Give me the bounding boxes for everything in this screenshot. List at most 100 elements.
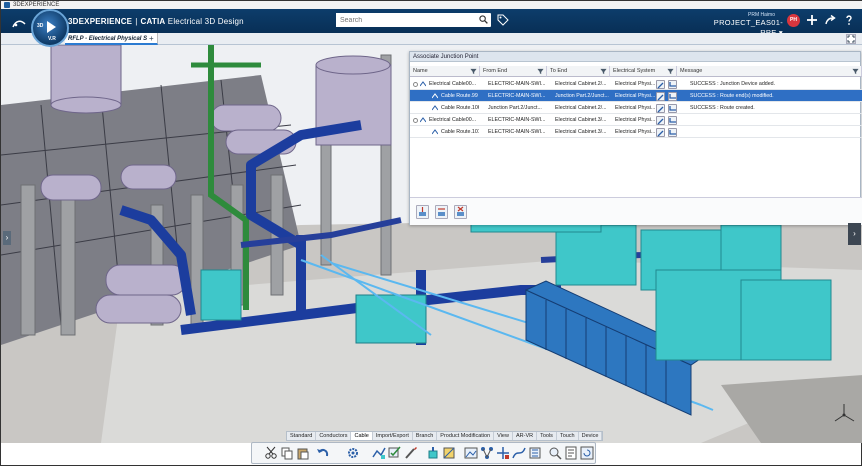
panel-title: Associate Junction Point (410, 52, 860, 62)
action-tab-branch[interactable]: Branch (413, 432, 438, 440)
cell-from-end: ELECTRIC-MAIN-SWI... (488, 117, 546, 123)
axis-triad-icon[interactable] (831, 401, 857, 427)
junction-add-button[interactable] (416, 205, 429, 219)
cell-message (688, 126, 858, 138)
cell-to-end: Electrical Cabinet.2/... (555, 105, 607, 111)
app-brand: 3DEXPERIENCE | CATIA Electrical 3D Design (68, 17, 244, 26)
cell-message (688, 114, 858, 126)
cable-route-icon[interactable] (372, 446, 386, 460)
cell-electrical-system: Electrical Physi... (615, 129, 656, 135)
bundle-icon[interactable] (528, 446, 542, 460)
segment-icon[interactable] (442, 446, 456, 460)
right-panel-toggle[interactable]: › (848, 223, 861, 245)
ds-logo (12, 19, 26, 31)
settings-gear-icon[interactable] (346, 446, 360, 460)
compass-icon[interactable]: 3D V.R (31, 9, 69, 47)
cable-check-icon[interactable] (388, 446, 402, 460)
copy-icon[interactable] (280, 446, 294, 460)
tab-bar: RFLP - Electrical Physical S + (1, 33, 862, 45)
cell-from-end: ELECTRIC-MAIN-SWI... (488, 93, 546, 99)
table-row[interactable]: Cable Route.101 ELECTRIC-MAIN-SWI... Elect… (410, 126, 862, 138)
edit-icon[interactable] (656, 80, 665, 89)
avatar[interactable]: PH (787, 14, 800, 27)
search-box[interactable] (336, 13, 491, 27)
edit-icon[interactable] (656, 104, 665, 113)
search-icon[interactable] (479, 15, 488, 24)
cell-from-end: ELECTRIC-MAIN-SWI... (488, 129, 546, 135)
network-icon[interactable] (480, 446, 494, 460)
table-row[interactable]: Electrical Cable00... ELECTRIC-MAIN-SWI..… (410, 114, 862, 126)
action-tab-ar-vr[interactable]: AR-VR (513, 432, 538, 440)
paste-icon[interactable] (296, 446, 310, 460)
harness-icon[interactable] (512, 446, 526, 460)
panel-footer (410, 197, 862, 225)
action-tab-touch[interactable]: Touch (557, 432, 579, 440)
cell-name: Electrical Cable00... (429, 81, 477, 87)
cell-to-end: Electrical Cabinet.3/... (555, 129, 607, 135)
col-from-end[interactable]: From End (480, 66, 547, 77)
cable-link-icon[interactable] (668, 116, 677, 125)
share-icon[interactable] (824, 14, 836, 26)
expand-icon[interactable] (413, 82, 418, 87)
cell-to-end: Junction Part.2/Junct... (555, 93, 609, 99)
tab-rflp[interactable]: RFLP - Electrical Physical S (65, 33, 159, 45)
table-row[interactable]: Cable Route.106 Junction Part.2/Junct... E… (410, 102, 862, 114)
tag-icon[interactable] (497, 14, 509, 26)
cell-from-end: Junction Part.2/Junct... (488, 105, 542, 111)
cell-message: SUCCESS : Route created. (690, 105, 755, 111)
action-tab-import-export[interactable]: Import/Export (373, 432, 413, 440)
table-row[interactable]: Electrical Cable00... ELECTRIC-MAIN-SWI..… (410, 78, 862, 90)
action-tab-view[interactable]: View (494, 432, 513, 440)
play-icon (47, 21, 56, 33)
edit-icon[interactable] (656, 128, 665, 137)
expand-icon[interactable] (413, 118, 418, 123)
action-tab-standard[interactable]: Standard (287, 432, 317, 440)
action-tab-cable[interactable]: Cable (351, 432, 373, 440)
report-icon[interactable] (564, 446, 578, 460)
cell-name: Cable Route.101 (441, 129, 479, 135)
junction-route-button[interactable] (435, 205, 448, 219)
action-tab-conductors[interactable]: Conductors (316, 432, 352, 440)
filter-icon[interactable] (537, 68, 544, 75)
col-electrical-system[interactable]: Electrical System (610, 66, 677, 77)
cable-link-icon[interactable] (668, 80, 677, 89)
col-name[interactable]: Name (410, 66, 480, 77)
cell-name: Electrical Cable00... (429, 117, 477, 123)
update-icon[interactable] (580, 446, 594, 460)
cell-electrical-system: Electrical Physi... (615, 117, 656, 123)
filter-icon[interactable] (667, 68, 674, 75)
cell-electrical-system: Electrical Physi... (615, 93, 656, 99)
help-icon[interactable] (843, 14, 855, 26)
table-row[interactable]: Cable Route.99 ELECTRIC-MAIN-SWI... Juncti… (410, 90, 862, 102)
associate-junction-point-panel[interactable]: Associate Junction Point Name From End T… (409, 51, 862, 225)
cable-link-icon[interactable] (668, 104, 677, 113)
junction-remove-button[interactable] (454, 205, 467, 219)
cable-route-icon (432, 129, 438, 135)
filter-icon[interactable] (470, 68, 477, 75)
image-icon[interactable] (464, 446, 478, 460)
action-tab-device[interactable]: Device (579, 432, 603, 440)
filter-icon[interactable] (852, 68, 859, 75)
action-tab-tools[interactable]: Tools (537, 432, 557, 440)
cable-edit-icon[interactable] (404, 446, 418, 460)
cable-link-icon[interactable] (668, 128, 677, 137)
edit-icon[interactable] (656, 116, 665, 125)
col-to-end[interactable]: To End (547, 66, 610, 77)
add-tab-button[interactable]: + (149, 33, 154, 45)
action-bar: Standard Conductors Cable Import/Export Bran… (251, 431, 604, 465)
compass-version: V.R (48, 36, 56, 42)
action-tab-product-modification[interactable]: Product Modification (437, 432, 495, 440)
cable-link-icon[interactable] (668, 92, 677, 101)
undo-icon[interactable] (316, 446, 330, 460)
add-icon[interactable] (806, 14, 818, 26)
collapse-icon[interactable] (846, 34, 856, 44)
cut-icon[interactable] (264, 446, 278, 460)
edit-icon[interactable] (656, 92, 665, 101)
filter-icon[interactable] (600, 68, 607, 75)
analyze-icon[interactable] (548, 446, 562, 460)
search-input[interactable] (336, 13, 471, 27)
route-network-icon[interactable] (496, 446, 510, 460)
col-message[interactable]: Message (677, 66, 862, 77)
left-panel-toggle[interactable]: › (3, 231, 11, 245)
junction-icon[interactable] (426, 446, 440, 460)
